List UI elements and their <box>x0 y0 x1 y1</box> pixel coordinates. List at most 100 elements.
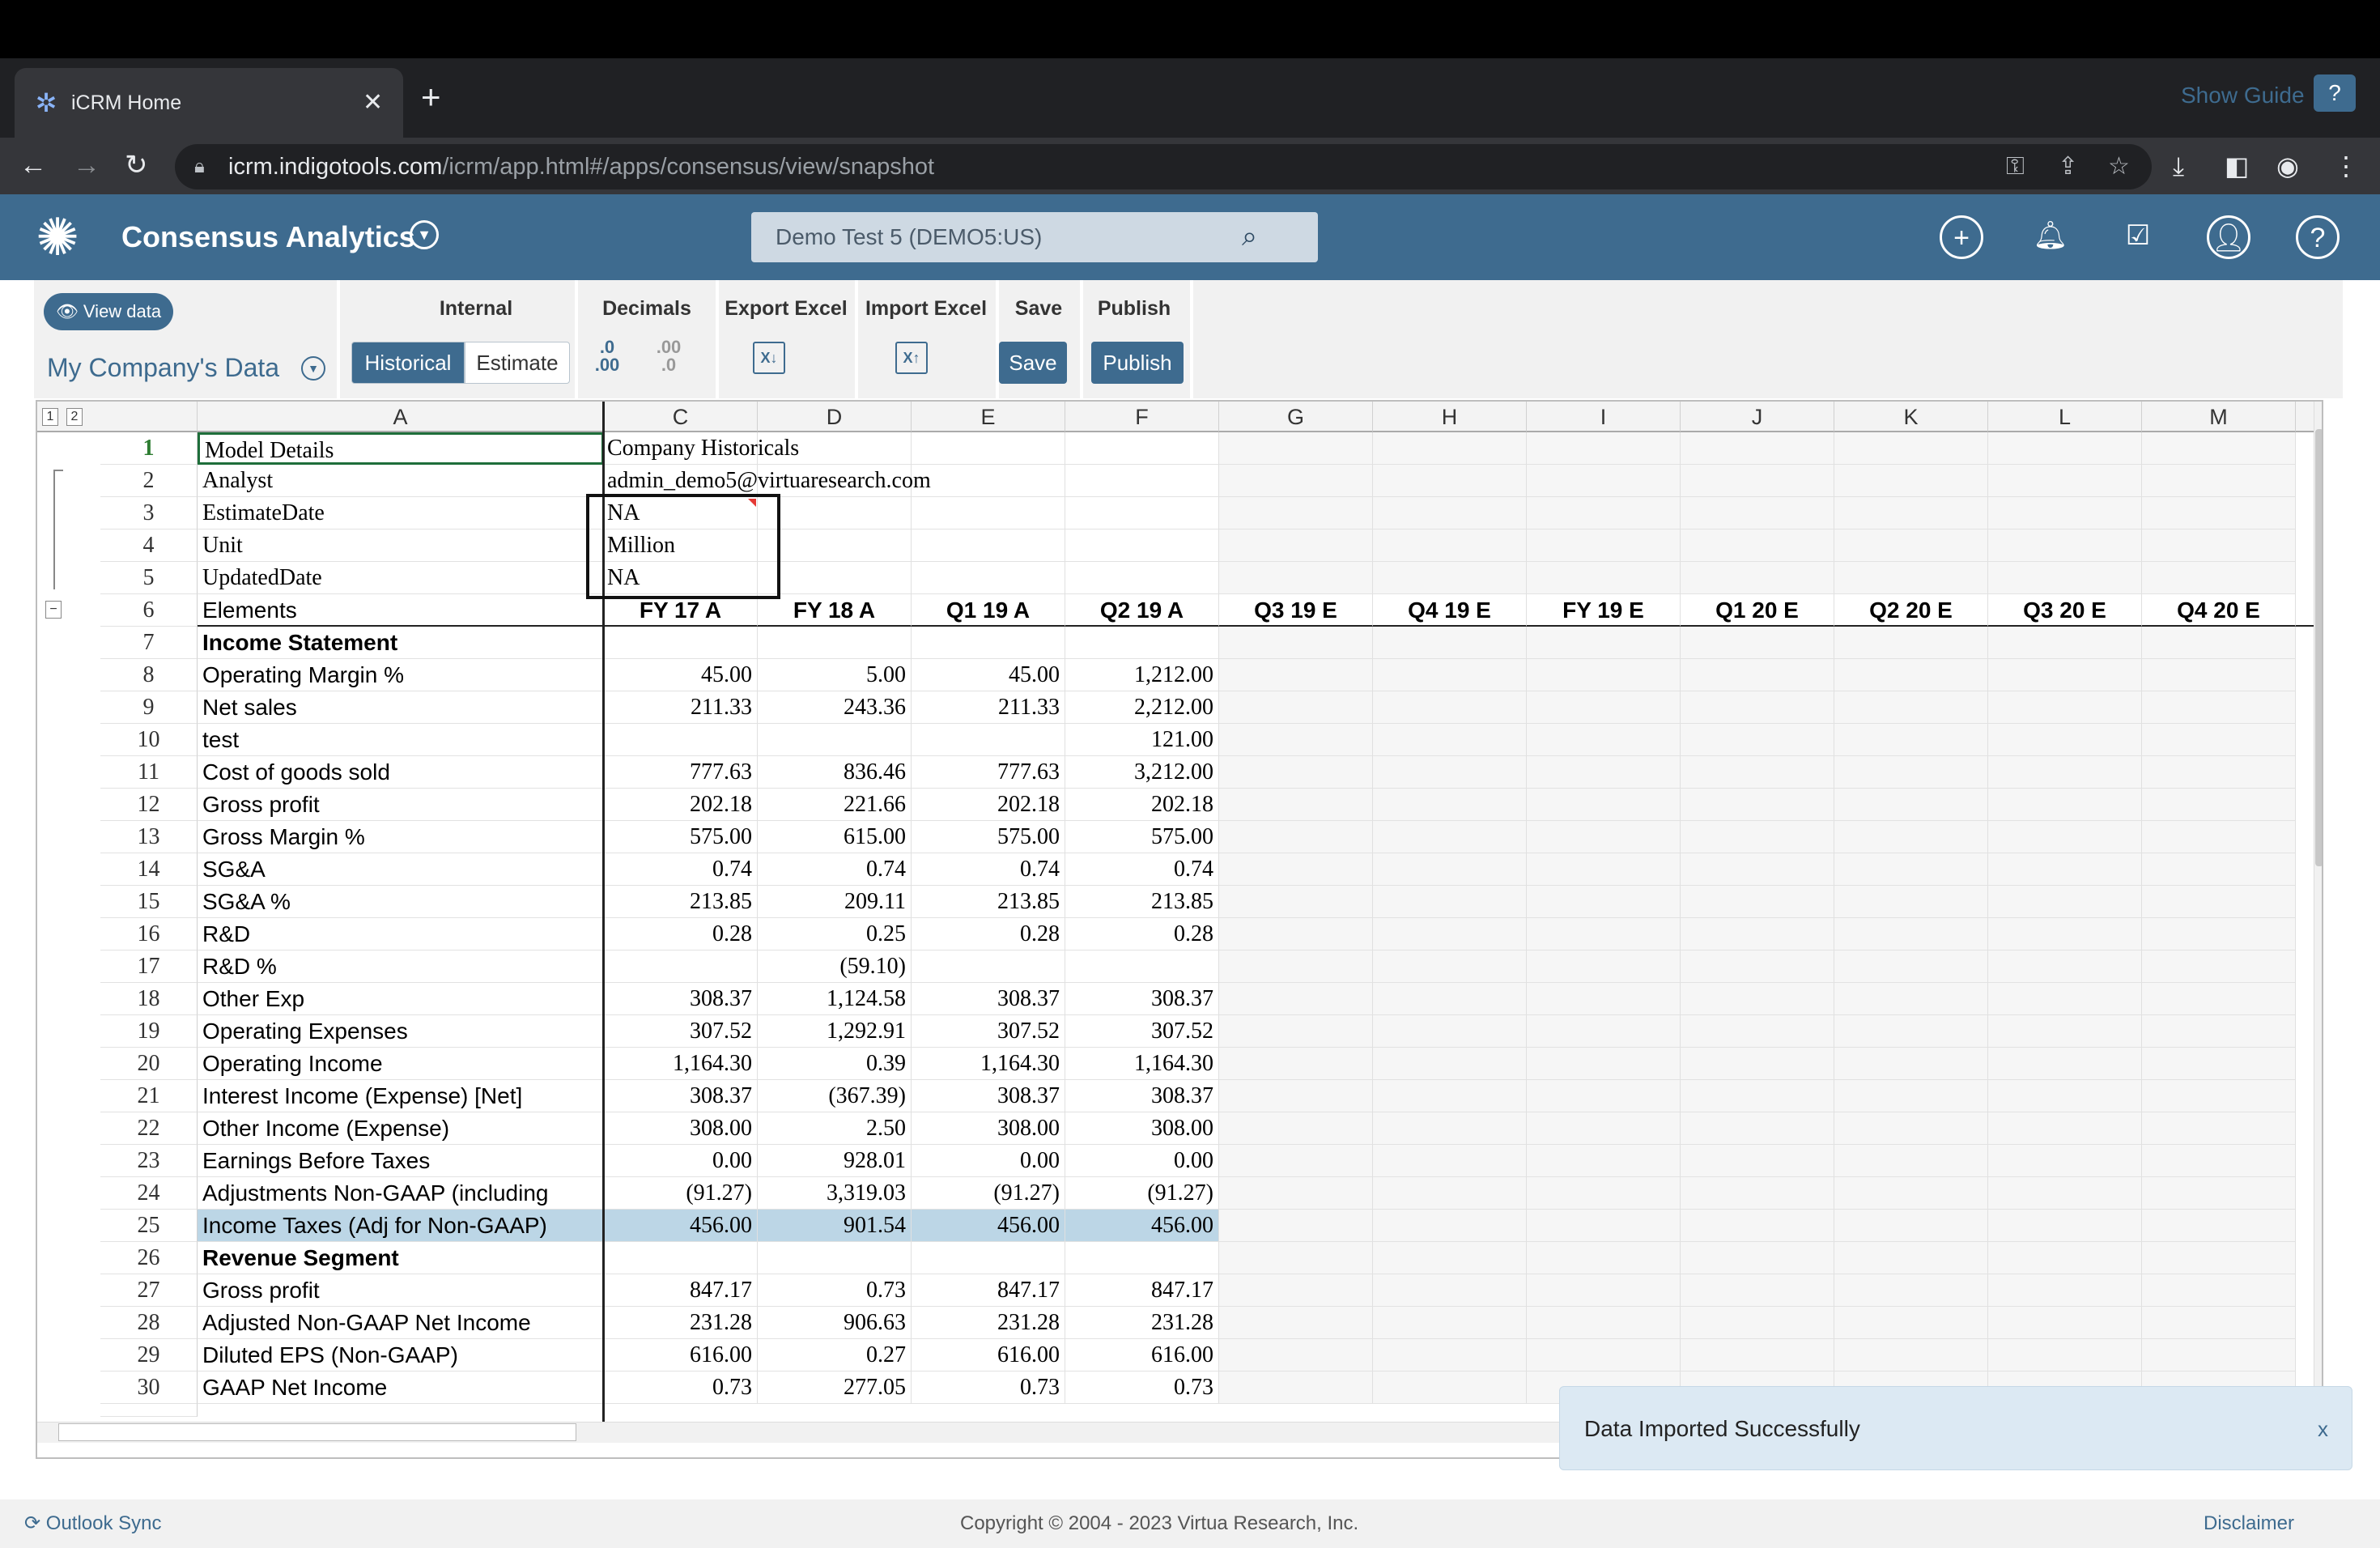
row-label[interactable]: Operating Expenses <box>198 1015 604 1048</box>
period-header[interactable]: Q2 20 E <box>1834 594 1988 627</box>
data-cell[interactable] <box>604 724 758 756</box>
data-cell[interactable]: 575.00 <box>1065 821 1219 853</box>
data-cell[interactable] <box>2142 529 2296 562</box>
data-cell[interactable] <box>1065 465 1219 497</box>
data-cell[interactable] <box>1373 659 1527 691</box>
data-cell[interactable] <box>1219 432 1373 465</box>
data-cell[interactable] <box>1219 853 1373 886</box>
data-cell[interactable]: 0.39 <box>758 1048 912 1080</box>
column-header-l[interactable]: L <box>1988 402 2142 432</box>
data-cell[interactable] <box>1219 950 1373 983</box>
data-cell[interactable] <box>2142 1112 2296 1145</box>
row-number[interactable]: 20 <box>100 1048 198 1080</box>
data-cell[interactable] <box>1373 1015 1527 1048</box>
outlook-sync-link[interactable]: ⟳ Outlook Sync <box>24 1509 162 1538</box>
data-cell[interactable] <box>1681 918 1834 950</box>
data-cell[interactable]: (91.27) <box>1065 1177 1219 1210</box>
data-cell[interactable] <box>1988 950 2142 983</box>
data-cell[interactable]: 277.05 <box>758 1372 912 1404</box>
reload-icon[interactable]: ↻ <box>125 147 148 183</box>
data-cell[interactable] <box>1527 983 1681 1015</box>
data-cell[interactable]: 211.33 <box>604 691 758 724</box>
data-cell[interactable] <box>1373 562 1527 594</box>
data-cell[interactable]: 0.74 <box>604 853 758 886</box>
toast-close-button[interactable]: x <box>2318 1413 2328 1445</box>
row-label[interactable]: Gross Margin % <box>198 821 604 853</box>
data-cell[interactable] <box>1834 465 1988 497</box>
row-label[interactable]: Other Income (Expense) <box>198 1112 604 1145</box>
app-logo-icon[interactable]: ✺ <box>29 209 86 266</box>
data-cell[interactable] <box>1681 1177 1834 1210</box>
data-cell[interactable] <box>2142 691 2296 724</box>
row-number[interactable]: 7 <box>100 627 198 659</box>
data-cell[interactable] <box>1988 659 2142 691</box>
data-cell[interactable] <box>1681 724 1834 756</box>
data-cell[interactable] <box>1527 853 1681 886</box>
excel-import-icon[interactable]: X↑ <box>895 342 928 374</box>
data-cell[interactable] <box>1988 821 2142 853</box>
data-cell[interactable]: 0.28 <box>912 918 1065 950</box>
data-cell[interactable] <box>1681 1242 1834 1274</box>
data-cell[interactable]: 575.00 <box>604 821 758 853</box>
data-cell[interactable] <box>1219 1307 1373 1339</box>
data-cell[interactable] <box>1988 1307 2142 1339</box>
data-cell[interactable] <box>1834 562 1988 594</box>
data-cell[interactable]: 777.63 <box>604 756 758 789</box>
star-icon[interactable]: ☆ <box>2108 151 2130 183</box>
data-cell[interactable]: 0.73 <box>604 1372 758 1404</box>
data-cell[interactable] <box>1681 821 1834 853</box>
data-cell[interactable]: (91.27) <box>912 1177 1065 1210</box>
period-header[interactable]: FY 19 E <box>1527 594 1681 627</box>
row-number[interactable]: 2 <box>100 465 198 497</box>
data-cell[interactable] <box>1373 950 1527 983</box>
row-label[interactable]: GAAP Net Income <box>198 1372 604 1404</box>
data-cell[interactable]: 5.00 <box>758 659 912 691</box>
close-icon[interactable]: ✕ <box>363 87 383 118</box>
data-cell[interactable] <box>1681 465 1834 497</box>
search-icon[interactable]: ⌕ <box>1242 219 1257 254</box>
row-label[interactable]: Income Statement <box>198 627 604 659</box>
data-cell[interactable] <box>2142 1274 2296 1307</box>
data-cell[interactable]: 906.63 <box>758 1307 912 1339</box>
data-cell[interactable]: 1,124.58 <box>758 983 912 1015</box>
data-cell[interactable] <box>1373 1274 1527 1307</box>
data-cell[interactable] <box>1219 659 1373 691</box>
row-label[interactable]: Cost of goods sold <box>198 756 604 789</box>
data-cell[interactable]: 209.11 <box>758 886 912 918</box>
data-cell[interactable] <box>1373 1242 1527 1274</box>
data-cell[interactable] <box>1527 1080 1681 1112</box>
add-icon[interactable]: + <box>1940 215 1983 259</box>
data-cell[interactable] <box>1527 1112 1681 1145</box>
data-cell[interactable] <box>1527 1145 1681 1177</box>
data-cell[interactable]: 847.17 <box>1065 1274 1219 1307</box>
data-cell[interactable] <box>1681 789 1834 821</box>
data-cell[interactable] <box>1219 821 1373 853</box>
data-cell[interactable] <box>1681 1307 1834 1339</box>
data-cell[interactable] <box>1988 627 2142 659</box>
data-cell[interactable]: 1,164.30 <box>912 1048 1065 1080</box>
data-cell[interactable] <box>1527 659 1681 691</box>
data-cell[interactable] <box>1988 1112 2142 1145</box>
data-cell[interactable] <box>604 1242 758 1274</box>
data-cell[interactable] <box>1065 497 1219 529</box>
data-cell[interactable] <box>912 627 1065 659</box>
data-cell[interactable] <box>1219 627 1373 659</box>
data-cell[interactable] <box>1527 1048 1681 1080</box>
data-cell[interactable]: 1,164.30 <box>1065 1048 1219 1080</box>
data-cell[interactable]: 2,212.00 <box>1065 691 1219 724</box>
data-cell[interactable] <box>2142 983 2296 1015</box>
row-label[interactable]: Other Exp <box>198 983 604 1015</box>
row-number[interactable]: 4 <box>100 529 198 562</box>
row-label[interactable]: Operating Margin % <box>198 659 604 691</box>
data-cell[interactable] <box>1373 1307 1527 1339</box>
data-cell[interactable]: 202.18 <box>604 789 758 821</box>
data-cell[interactable] <box>1988 465 2142 497</box>
data-cell[interactable] <box>1527 918 1681 950</box>
data-cell[interactable] <box>1834 853 1988 886</box>
data-cell[interactable] <box>2142 1015 2296 1048</box>
row-label[interactable]: Income Taxes (Adj for Non-GAAP) <box>198 1210 604 1242</box>
data-cell[interactable]: 3,212.00 <box>1065 756 1219 789</box>
data-cell[interactable] <box>1527 724 1681 756</box>
data-cell[interactable]: 615.00 <box>758 821 912 853</box>
decrease-decimals-button[interactable]: .00.0 <box>649 338 688 374</box>
